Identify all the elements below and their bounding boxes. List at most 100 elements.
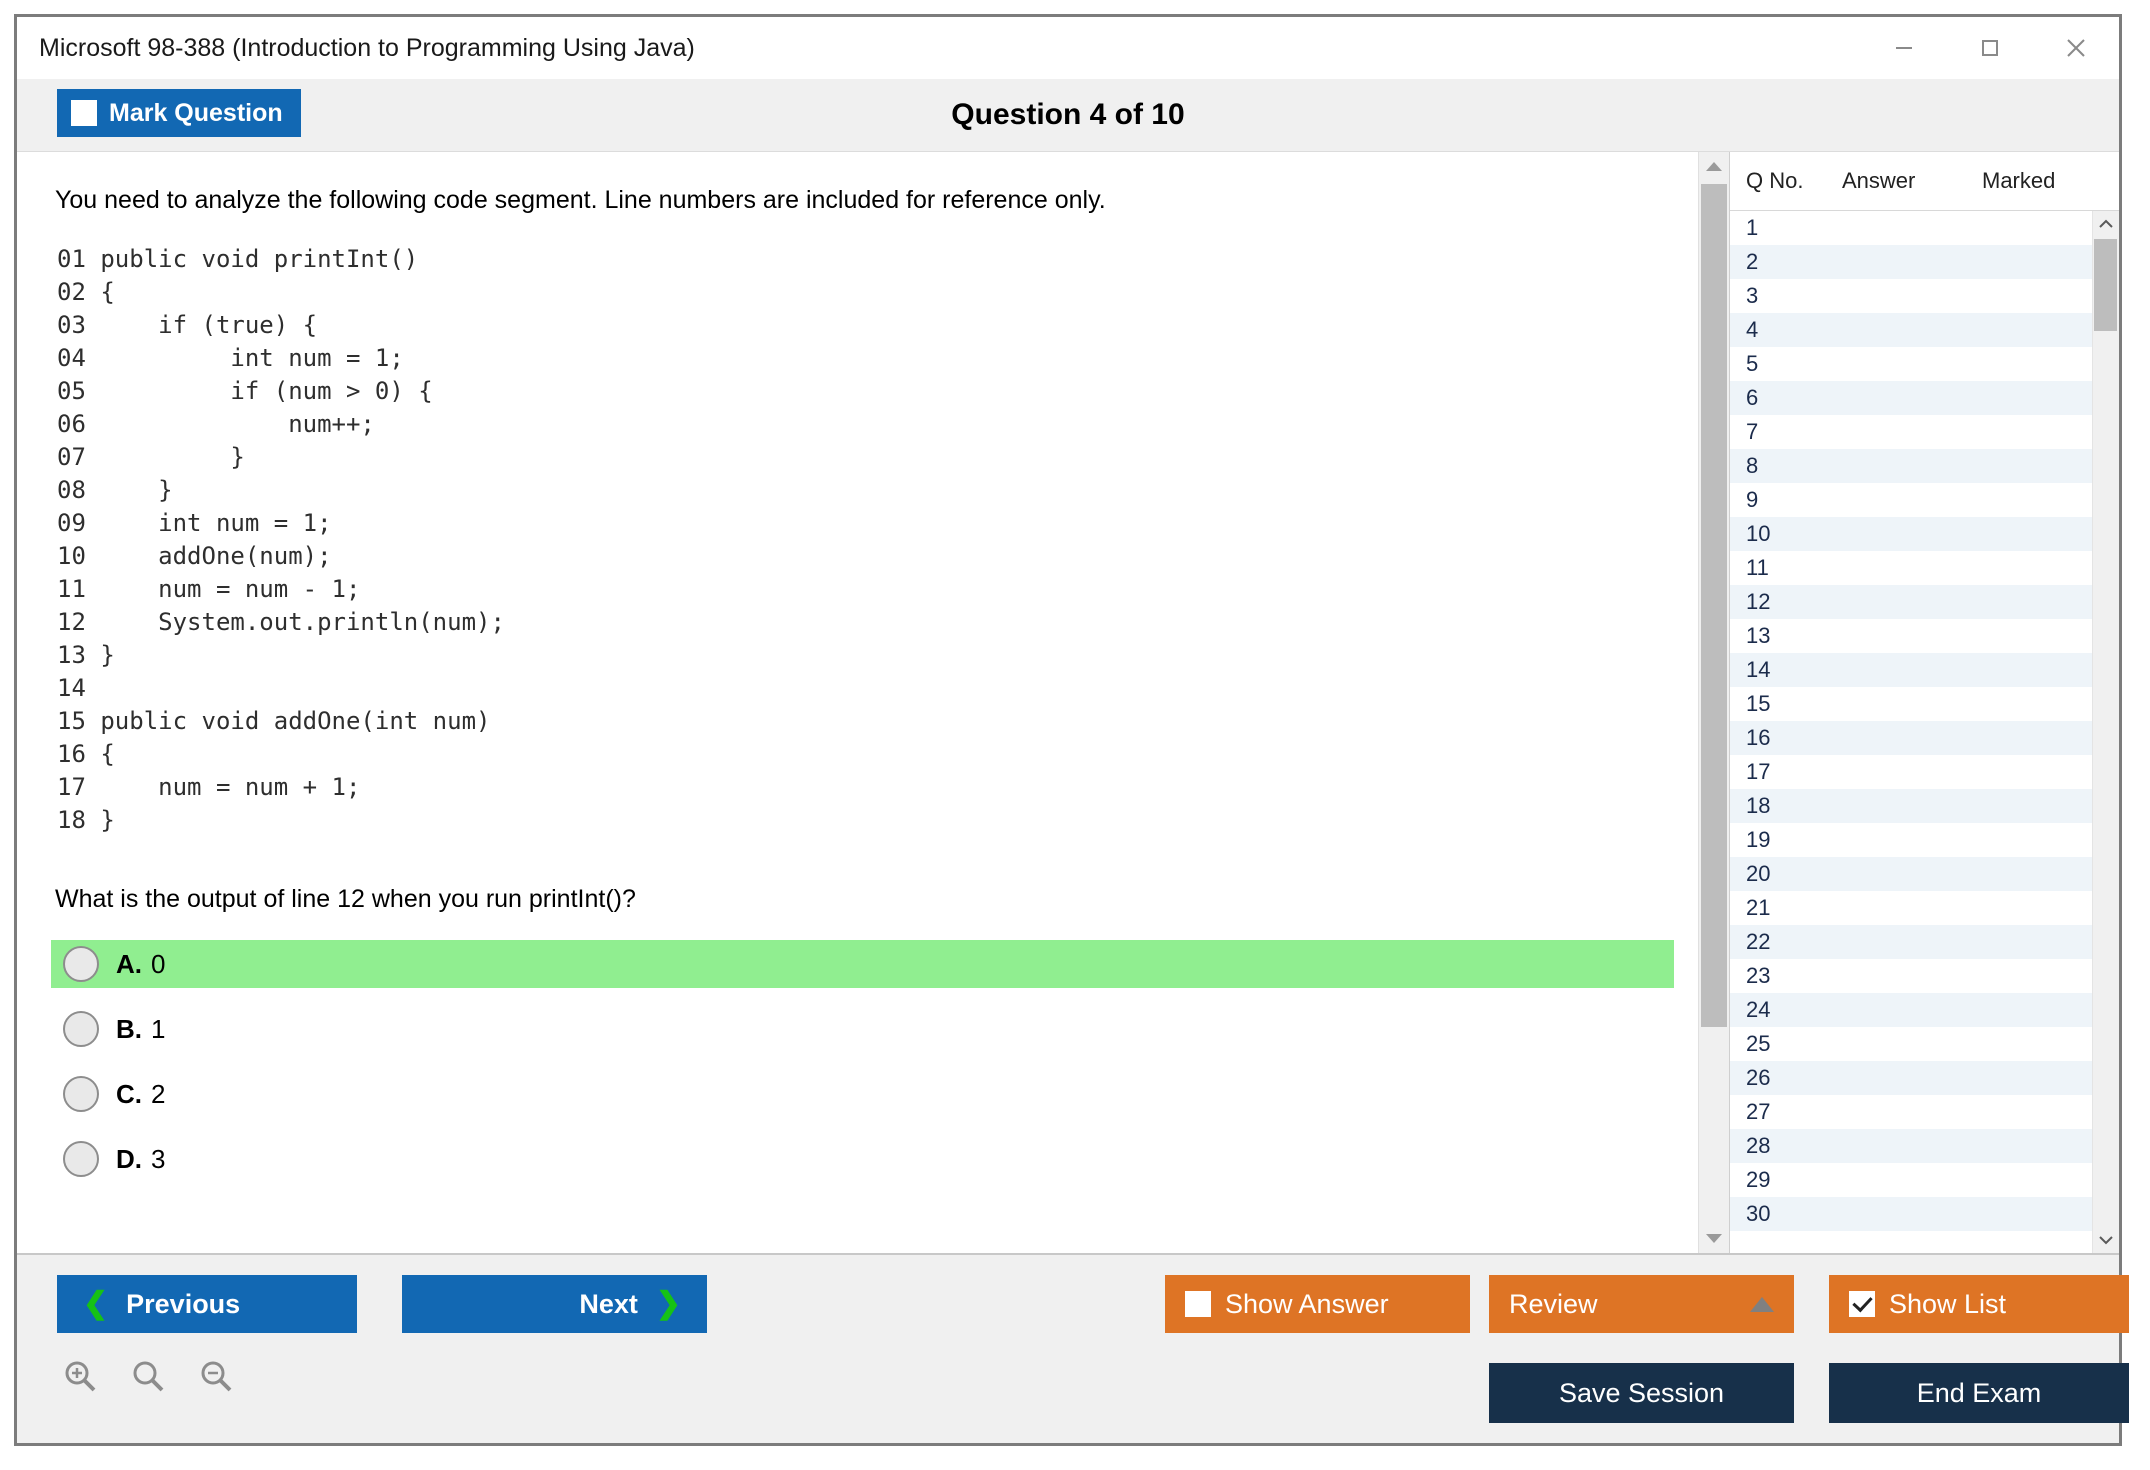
- question-list-scrollbar[interactable]: [2092, 211, 2119, 1253]
- content-scrollbar-thumb[interactable]: [1701, 184, 1727, 1027]
- next-label: Next: [579, 1289, 638, 1320]
- list-scroll-up-arrow-icon[interactable]: [2093, 211, 2119, 237]
- question-list-row[interactable]: 7: [1730, 415, 2092, 449]
- question-number: 27: [1746, 1099, 1842, 1125]
- question-list-row[interactable]: 20: [1730, 857, 2092, 891]
- answer-option-a[interactable]: A.0: [51, 940, 1674, 988]
- question-list-row[interactable]: 11: [1730, 551, 2092, 585]
- question-list-row[interactable]: 16: [1730, 721, 2092, 755]
- title-bar: Microsoft 98-388 (Introduction to Progra…: [17, 17, 2119, 79]
- question-list-row[interactable]: 12: [1730, 585, 2092, 619]
- question-number: 5: [1746, 351, 1842, 377]
- option-letter: B.: [116, 1014, 142, 1045]
- question-list-row[interactable]: 10: [1730, 517, 2092, 551]
- question-list-row[interactable]: 14: [1730, 653, 2092, 687]
- radio-button-icon[interactable]: [63, 1076, 99, 1112]
- question-number: 8: [1746, 453, 1842, 479]
- maximize-button[interactable]: [1947, 17, 2033, 79]
- previous-button[interactable]: ❮ Previous: [57, 1275, 357, 1333]
- question-list-row[interactable]: 9: [1730, 483, 2092, 517]
- question-number: 6: [1746, 385, 1842, 411]
- zoom-out-icon[interactable]: [197, 1357, 237, 1402]
- question-list-row[interactable]: 3: [1730, 279, 2092, 313]
- show-list-button[interactable]: Show List: [1829, 1275, 2129, 1333]
- zoom-controls: [61, 1357, 237, 1402]
- chevron-right-icon: ❯: [656, 1289, 681, 1319]
- question-list-row[interactable]: 28: [1730, 1129, 2092, 1163]
- question-list-row[interactable]: 17: [1730, 755, 2092, 789]
- option-letter: A.: [116, 949, 142, 980]
- content-scrollbar[interactable]: [1698, 152, 1729, 1253]
- question-list-row[interactable]: 24: [1730, 993, 2092, 1027]
- question-list-row[interactable]: 5: [1730, 347, 2092, 381]
- review-button[interactable]: Review: [1489, 1275, 1794, 1333]
- scroll-down-arrow-icon[interactable]: [1699, 1225, 1729, 1253]
- option-letter: C.: [116, 1079, 142, 1110]
- question-list-row[interactable]: 8: [1730, 449, 2092, 483]
- show-list-label: Show List: [1889, 1289, 2006, 1320]
- question-list-panel: Q No. Answer Marked 12345678910111213141…: [1729, 152, 2119, 1253]
- code-segment: 01 public void printInt() 02 { 03 if (tr…: [57, 243, 1668, 837]
- intro-text: You need to analyze the following code s…: [55, 186, 1668, 215]
- show-list-checkbox-icon[interactable]: [1849, 1291, 1875, 1317]
- zoom-reset-icon[interactable]: [129, 1357, 169, 1402]
- radio-button-icon[interactable]: [63, 1141, 99, 1177]
- scroll-up-arrow-icon[interactable]: [1699, 152, 1729, 180]
- question-number: 9: [1746, 487, 1842, 513]
- question-header-bar: Mark Question Question 4 of 10: [17, 79, 2119, 152]
- question-number: 3: [1746, 283, 1842, 309]
- question-list-body: 1234567891011121314151617181920212223242…: [1730, 211, 2119, 1253]
- column-header-qno: Q No.: [1730, 168, 1842, 194]
- question-prompt: What is the output of line 12 when you r…: [55, 885, 1668, 914]
- question-list-header: Q No. Answer Marked: [1730, 152, 2119, 211]
- end-exam-button[interactable]: End Exam: [1829, 1363, 2129, 1423]
- question-number: 1: [1746, 215, 1842, 241]
- option-value: 2: [151, 1079, 165, 1110]
- question-list-row[interactable]: 30: [1730, 1197, 2092, 1231]
- show-answer-button[interactable]: Show Answer: [1165, 1275, 1470, 1333]
- question-content-pane: You need to analyze the following code s…: [17, 152, 1698, 1253]
- question-list-row[interactable]: 19: [1730, 823, 2092, 857]
- mark-question-button[interactable]: Mark Question: [57, 89, 301, 137]
- question-number: 20: [1746, 861, 1842, 887]
- question-number: 26: [1746, 1065, 1842, 1091]
- question-list-row[interactable]: 26: [1730, 1061, 2092, 1095]
- question-list-row[interactable]: 13: [1730, 619, 2092, 653]
- question-list-row[interactable]: 4: [1730, 313, 2092, 347]
- review-label: Review: [1509, 1289, 1598, 1320]
- answer-option-c[interactable]: C. 2: [51, 1070, 1674, 1118]
- question-list-row[interactable]: 1: [1730, 211, 2092, 245]
- question-list-row[interactable]: 27: [1730, 1095, 2092, 1129]
- question-number: 28: [1746, 1133, 1842, 1159]
- show-answer-checkbox-icon[interactable]: [1185, 1291, 1211, 1317]
- radio-button-icon[interactable]: [63, 946, 99, 982]
- question-list-scrollbar-thumb[interactable]: [2094, 239, 2117, 331]
- question-number: 18: [1746, 793, 1842, 819]
- question-list-row[interactable]: 6: [1730, 381, 2092, 415]
- list-scroll-down-arrow-icon[interactable]: [2093, 1227, 2119, 1253]
- question-list-row[interactable]: 21: [1730, 891, 2092, 925]
- close-button[interactable]: [2033, 17, 2119, 79]
- question-list-row[interactable]: 22: [1730, 925, 2092, 959]
- answer-option-b[interactable]: B.1: [51, 1005, 1674, 1053]
- question-number: 17: [1746, 759, 1842, 785]
- question-list-row[interactable]: 23: [1730, 959, 2092, 993]
- window-controls: [1861, 17, 2119, 79]
- question-list-row[interactable]: 18: [1730, 789, 2092, 823]
- question-list-row[interactable]: 25: [1730, 1027, 2092, 1061]
- radio-button-icon[interactable]: [63, 1011, 99, 1047]
- zoom-in-icon[interactable]: [61, 1357, 101, 1402]
- next-button[interactable]: Next ❯: [402, 1275, 707, 1333]
- question-list-row[interactable]: 29: [1730, 1163, 2092, 1197]
- question-number: 4: [1746, 317, 1842, 343]
- answer-option-d[interactable]: D.3: [51, 1135, 1674, 1183]
- question-number: 11: [1746, 555, 1842, 581]
- save-session-label: Save Session: [1559, 1378, 1724, 1409]
- question-number: 14: [1746, 657, 1842, 683]
- question-list-row[interactable]: 2: [1730, 245, 2092, 279]
- footer-toolbar: ❮ Previous Next ❯: [17, 1253, 2119, 1443]
- minimize-button[interactable]: [1861, 17, 1947, 79]
- mark-question-checkbox-icon[interactable]: [71, 100, 97, 126]
- save-session-button[interactable]: Save Session: [1489, 1363, 1794, 1423]
- question-list-row[interactable]: 15: [1730, 687, 2092, 721]
